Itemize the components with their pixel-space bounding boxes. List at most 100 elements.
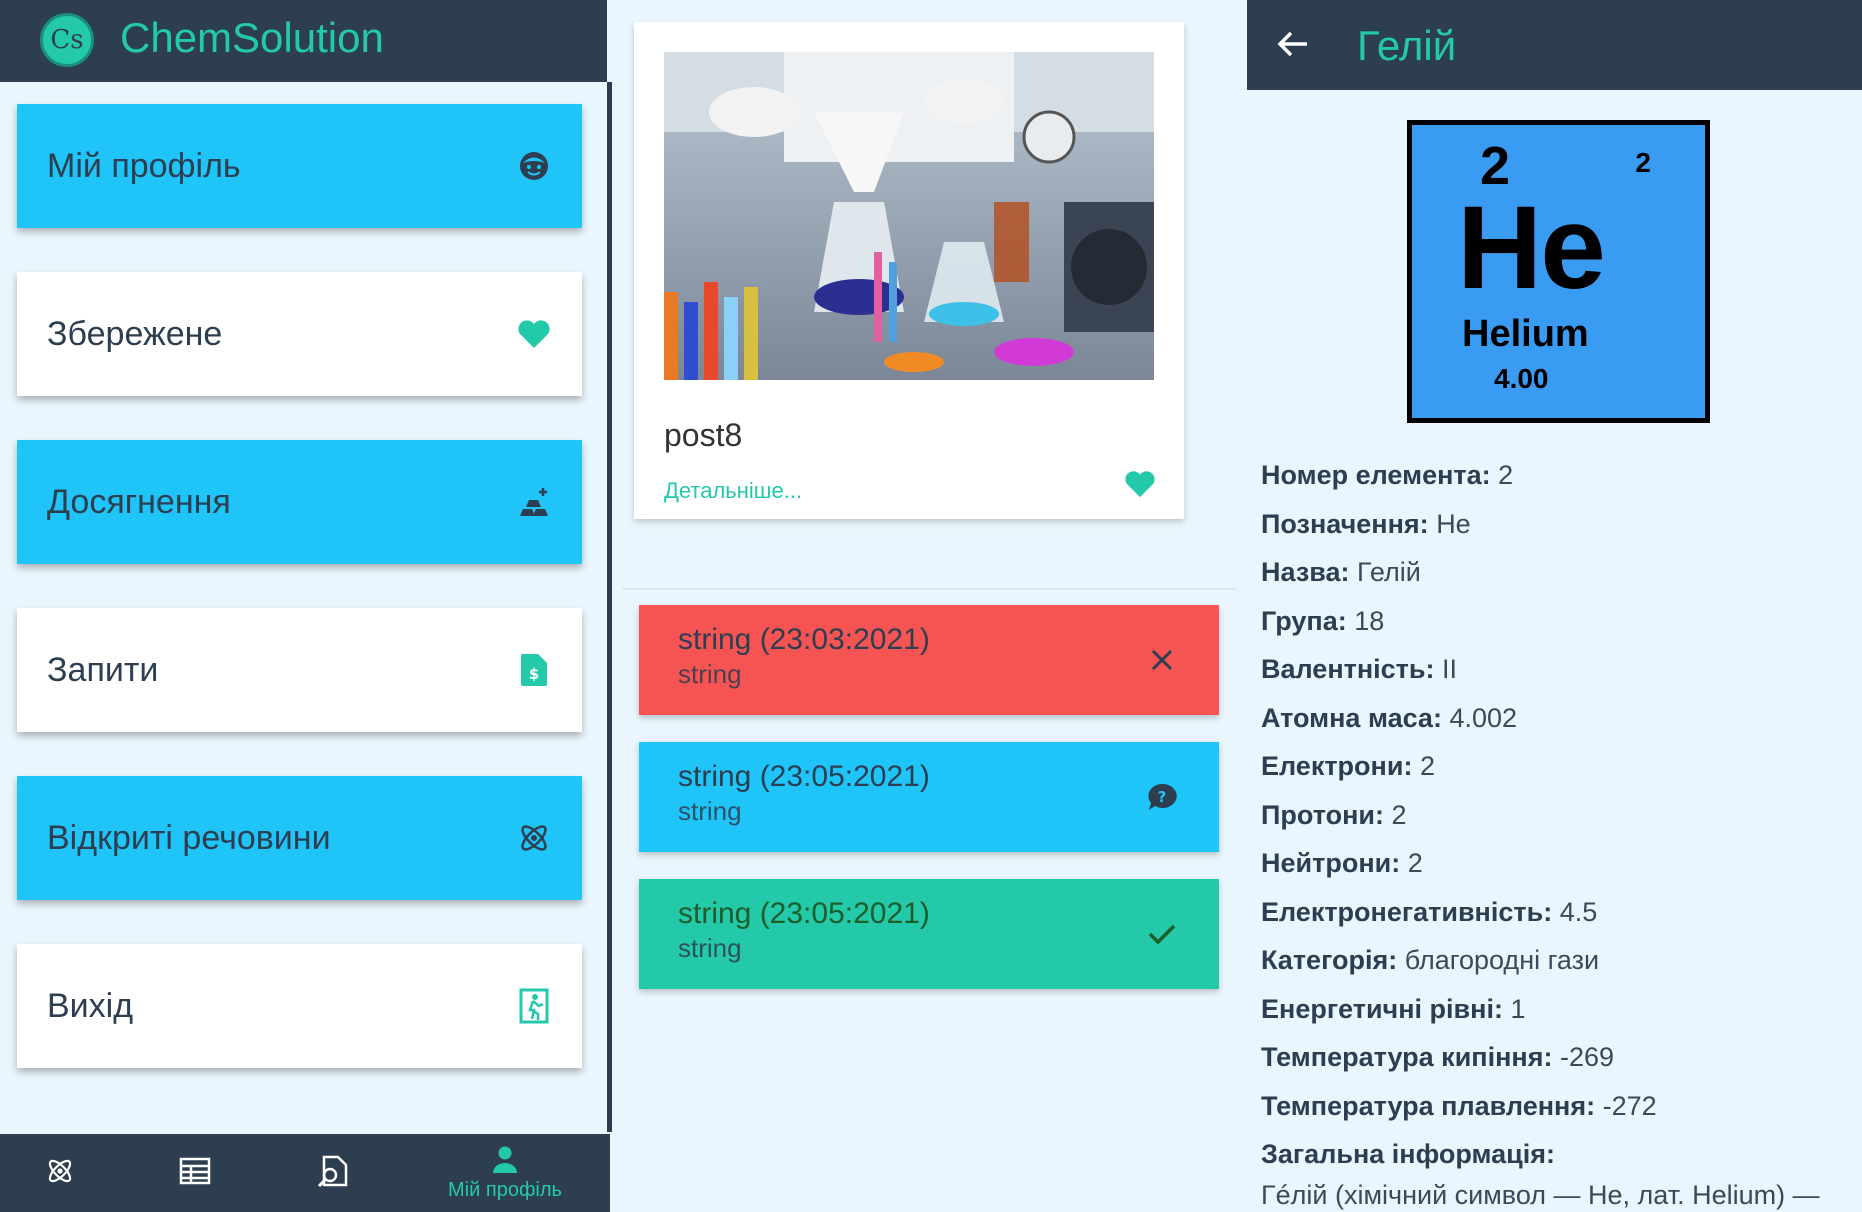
gold-bars-icon — [516, 484, 552, 520]
svg-text:?: ? — [1158, 788, 1167, 806]
request-title: string (23:05:2021) — [678, 760, 930, 793]
property-key: Назва: — [1261, 557, 1350, 587]
property-value: He — [1436, 508, 1471, 539]
request-subtitle: string — [678, 933, 742, 963]
property-key: Протони: — [1261, 799, 1384, 830]
property-row: Температура плавлення: -272 — [1261, 1091, 1861, 1140]
menu-item-requests[interactable]: Запити $ — [17, 608, 582, 732]
nav-item-search[interactable] — [302, 1134, 362, 1212]
menu-item-exit[interactable]: Вихід — [17, 944, 582, 1068]
property-value: 4.5 — [1559, 896, 1598, 927]
property-key: Нейтрони: — [1261, 848, 1401, 878]
dollar-file-icon: $ — [516, 652, 552, 688]
property-row: Електрони: 2 — [1261, 751, 1861, 800]
property-key: Електрони: — [1261, 751, 1413, 781]
property-key: Загальна інформація: — [1261, 1139, 1555, 1169]
exit-door-icon — [516, 988, 552, 1024]
profile-icon — [492, 1145, 518, 1177]
property-value: 2 — [1419, 751, 1435, 781]
property-row: Група: 18 — [1261, 606, 1861, 655]
menu-item-achievements[interactable]: Досягнення — [17, 440, 582, 564]
request-title: string (23:05:2021) — [678, 897, 930, 930]
property-value: 2 — [1407, 848, 1423, 878]
page-title: Гелій — [1357, 22, 1457, 69]
menu-item-label: Запити — [47, 650, 159, 689]
question-bubble-icon: ? — [1145, 780, 1179, 814]
property-value: 1 — [1510, 993, 1526, 1024]
back-arrow-icon[interactable] — [1275, 26, 1311, 62]
nav-item-profile[interactable]: Мій профіль — [430, 1134, 580, 1212]
property-row: Нейтрони: 2 — [1261, 848, 1861, 897]
post-card[interactable]: post8 Детальніше... — [634, 22, 1184, 519]
request-title: string (23:03:2021) — [678, 623, 930, 656]
post-title: post8 — [664, 417, 743, 453]
request-card-approved[interactable]: string (23:05:2021) string — [639, 879, 1219, 989]
property-key: Категорія: — [1261, 945, 1398, 975]
menu-item-label: Вихід — [47, 986, 134, 1025]
general-info-text: Гéлій (хімічний символ — He, лат. Helium… — [1261, 1179, 1820, 1210]
request-card-pending[interactable]: string (23:05:2021) string ? — [639, 742, 1219, 852]
atom-icon — [516, 820, 552, 856]
property-row: Температура кипіння: -269 — [1261, 1042, 1861, 1091]
element-symbol: He — [1457, 182, 1606, 314]
property-row: Категорія: благородні гази — [1261, 945, 1861, 994]
property-row: Валентність: II — [1261, 654, 1861, 703]
heart-icon — [516, 316, 552, 352]
menu-item-discovered-substances[interactable]: Відкриті речовини — [17, 776, 582, 900]
menu-item-profile[interactable]: Мій профіль — [17, 104, 582, 228]
post-image — [664, 52, 1154, 380]
property-key: Група: — [1261, 605, 1347, 636]
property-value: 18 — [1354, 605, 1385, 636]
divider — [622, 588, 1237, 590]
menu-item-saved[interactable]: Збережене — [17, 272, 582, 396]
menu-item-label: Збережене — [47, 314, 223, 353]
property-row: Енергетичні рівні: 1 — [1261, 994, 1861, 1043]
nav-item-label: Мій профіль — [448, 1178, 562, 1201]
property-key: Атомна маса: — [1261, 702, 1442, 733]
heart-icon[interactable] — [1124, 470, 1156, 502]
element-mass: 4.00 — [1494, 363, 1549, 394]
element-properties: Номер елемента: 2 Позначення: He Назва: … — [1261, 460, 1861, 1211]
post-details-link[interactable]: Детальніше... — [664, 478, 802, 504]
property-row: Позначення: He — [1261, 509, 1861, 558]
check-icon — [1145, 917, 1179, 951]
property-value: -269 — [1559, 1042, 1615, 1072]
request-card-rejected[interactable]: string (23:03:2021) string — [639, 605, 1219, 715]
menu-item-label: Відкриті речовини — [47, 818, 331, 857]
face-icon — [516, 148, 552, 184]
element-tile: 2 2 He Helium 4.00 — [1407, 120, 1710, 423]
app-header: Cs ChemSolution — [0, 0, 607, 82]
element-detail-panel: Гелій 2 2 He Helium 4.00 Номер елемента:… — [1247, 0, 1862, 1212]
property-key: Номер елемента: — [1261, 460, 1491, 490]
property-key: Валентність: — [1261, 654, 1435, 684]
property-value: 4.002 — [1449, 702, 1518, 733]
property-row: Протони: 2 — [1261, 800, 1861, 849]
property-row: Атомна маса: 4.002 — [1261, 703, 1861, 752]
feed-panel: post8 Детальніше... string (23:03:2021) … — [612, 0, 1247, 1212]
property-key: Температура плавлення: — [1261, 1090, 1596, 1121]
property-key: Електронегативність: — [1261, 896, 1553, 927]
property-key: Позначення: — [1261, 508, 1429, 539]
app-logo: Cs — [40, 13, 94, 67]
menu-item-label: Мій профіль — [47, 146, 241, 185]
property-key: Температура кипіння: — [1261, 1042, 1553, 1072]
search-file-icon — [316, 1155, 348, 1191]
element-shell: 2 — [1635, 147, 1651, 178]
property-key: Енергетичні рівні: — [1261, 993, 1503, 1024]
detail-header: Гелій — [1247, 0, 1862, 90]
request-subtitle: string — [678, 659, 742, 689]
nav-item-table[interactable] — [165, 1134, 225, 1212]
property-value: 2 — [1391, 799, 1407, 830]
property-row: Електронегативність: 4.5 — [1261, 897, 1861, 946]
nav-item-elements[interactable] — [30, 1134, 90, 1212]
property-value: -272 — [1602, 1090, 1657, 1121]
profile-menu-panel: Cs ChemSolution Мій профіль Збережене До… — [0, 0, 612, 1212]
property-value: II — [1442, 654, 1458, 684]
atom-icon — [45, 1156, 75, 1190]
svg-text:$: $ — [529, 665, 539, 683]
element-name: Helium — [1462, 313, 1589, 355]
property-row: Номер елемента: 2 — [1261, 460, 1861, 509]
request-subtitle: string — [678, 796, 742, 826]
table-icon — [179, 1157, 211, 1189]
property-row: Назва: Гелій — [1261, 557, 1861, 606]
